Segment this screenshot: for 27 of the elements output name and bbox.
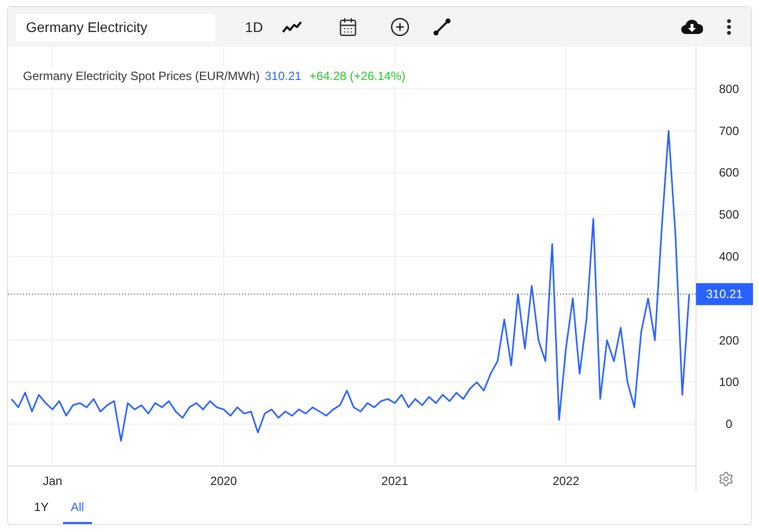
line-tool-icon[interactable] [432,17,452,37]
price-marker-label: 310.21 [706,287,743,302]
x-axis-label: Jan [42,474,62,488]
y-axis-label: 500 [718,208,740,222]
add-icon[interactable] [390,17,410,37]
x-axis-label: 2022 [552,474,580,488]
y-axis-label: 700 [718,124,740,138]
range-tab[interactable]: 1Y [26,491,57,524]
y-axis-label: 600 [718,166,740,180]
download-icon[interactable] [681,19,703,35]
line-chart-icon[interactable] [282,20,302,34]
calendar-icon[interactable] [338,17,358,37]
legend-change: +64.28 (+26.14%) [309,68,406,85]
y-axis-label: 400 [718,250,740,264]
x-axis-label: 2021 [381,474,408,488]
legend-title: Germany Electricity Spot Prices (EUR/MWh) [23,68,260,85]
y-axis-label: 800 [718,82,740,96]
price-marker [696,283,753,306]
x-axis-label: 2020 [210,474,237,488]
interval-button[interactable]: 1D [234,13,274,41]
settings-icon[interactable] [718,471,734,487]
search-field[interactable]: Germany Electricity [16,14,215,40]
y-axis-label: 200 [718,333,740,348]
legend-price: 310.21 [264,68,302,85]
range-tab[interactable]: All [62,491,92,524]
y-axis-label: 100 [718,375,740,390]
y-axis-label: 0 [726,417,732,432]
